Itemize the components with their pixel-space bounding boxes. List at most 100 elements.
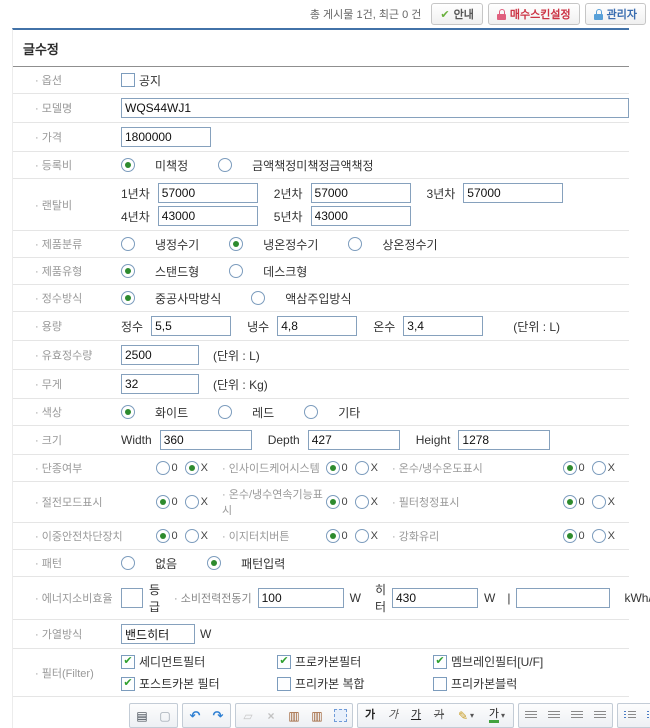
category-radio-coldhot[interactable] bbox=[229, 237, 243, 251]
regfee-radio-amount[interactable] bbox=[218, 158, 232, 172]
radio-o[interactable] bbox=[563, 529, 577, 543]
rental-year2-label: 2년차 bbox=[274, 185, 303, 202]
ox-field-powersave: · 절전모드표시 0X bbox=[35, 494, 222, 510]
notice-button[interactable]: ✔ 안내 bbox=[431, 3, 482, 25]
heating-input[interactable] bbox=[121, 624, 195, 644]
italic-icon[interactable]: 가 bbox=[382, 705, 404, 726]
ordered-list-icon[interactable] bbox=[619, 705, 641, 726]
rental-year1-input[interactable] bbox=[158, 183, 258, 203]
cut-icon[interactable]: × bbox=[260, 705, 282, 726]
size-depth-input[interactable] bbox=[308, 430, 400, 450]
price-input[interactable] bbox=[121, 127, 211, 147]
energy-extra-input[interactable] bbox=[516, 588, 610, 608]
filter-checkbox-precarbon-combo[interactable] bbox=[277, 677, 291, 691]
capacity-cold-input[interactable] bbox=[277, 316, 357, 336]
lock-icon bbox=[594, 9, 603, 20]
regfee-radio-unset[interactable] bbox=[121, 158, 135, 172]
undo-icon[interactable]: ↶ bbox=[184, 705, 206, 726]
category-option-label: 냉정수기 bbox=[155, 236, 199, 253]
radio-o[interactable] bbox=[326, 529, 340, 543]
pattern-label: · 패턴 bbox=[35, 555, 121, 571]
row-capacity: · 용량 정수 냉수 온수 (단위 : L) bbox=[13, 312, 629, 341]
bold-icon[interactable]: 가 bbox=[359, 705, 381, 726]
filter-checkbox-postcarbon[interactable] bbox=[121, 677, 135, 691]
method-radio-inject[interactable] bbox=[251, 291, 265, 305]
underline-icon[interactable]: 가 bbox=[405, 705, 427, 726]
energy-grade-input[interactable] bbox=[121, 588, 143, 608]
energy-label: · 에너지소비효율 bbox=[35, 590, 121, 606]
capacity-purified-input[interactable] bbox=[151, 316, 231, 336]
radio-x[interactable] bbox=[185, 461, 199, 475]
color-radio-etc[interactable] bbox=[304, 405, 318, 419]
radio-o[interactable] bbox=[156, 461, 170, 475]
new-document-icon[interactable]: ▢ bbox=[154, 705, 176, 726]
rental-year3-input[interactable] bbox=[463, 183, 563, 203]
color-radio-red[interactable] bbox=[218, 405, 232, 419]
filter-checkbox-membrane[interactable] bbox=[433, 655, 447, 669]
pattern-radio-none[interactable] bbox=[121, 556, 135, 570]
filter-item-label: 프리카본블럭 bbox=[451, 675, 517, 692]
align-justify-icon[interactable] bbox=[589, 705, 611, 726]
rental-year4-input[interactable] bbox=[158, 206, 258, 226]
strikethrough-icon[interactable]: 가 bbox=[428, 705, 450, 726]
skin-settings-button[interactable]: 매수스킨설정 bbox=[488, 3, 580, 25]
size-width-input[interactable] bbox=[160, 430, 252, 450]
radio-x[interactable] bbox=[185, 495, 199, 509]
category-radio-cold[interactable] bbox=[121, 237, 135, 251]
unordered-list-icon[interactable] bbox=[642, 705, 650, 726]
filter-item-label: 포스트카본 필터 bbox=[139, 675, 220, 692]
type-radio-desk[interactable] bbox=[229, 264, 243, 278]
select-all-icon[interactable] bbox=[329, 705, 351, 726]
redo-icon[interactable]: ↷ bbox=[207, 705, 229, 726]
align-right-icon[interactable] bbox=[566, 705, 588, 726]
notice-checkbox[interactable] bbox=[121, 73, 135, 87]
radio-x[interactable] bbox=[355, 529, 369, 543]
align-center-icon[interactable] bbox=[543, 705, 565, 726]
motor-power-unit: W bbox=[350, 591, 361, 605]
method-radio-hollow[interactable] bbox=[121, 291, 135, 305]
paste-icon[interactable]: ▥ bbox=[283, 705, 305, 726]
align-left-icon[interactable] bbox=[520, 705, 542, 726]
model-input[interactable] bbox=[121, 98, 629, 118]
radio-o[interactable] bbox=[326, 461, 340, 475]
motor-power-input[interactable] bbox=[258, 588, 344, 608]
radio-o[interactable] bbox=[563, 461, 577, 475]
radio-x[interactable] bbox=[355, 461, 369, 475]
paste-html-icon[interactable]: ▥ bbox=[306, 705, 328, 726]
pattern-radio-input[interactable] bbox=[207, 556, 221, 570]
category-radio-room[interactable] bbox=[348, 237, 362, 251]
weight-unit: (단위 : Kg) bbox=[213, 376, 268, 393]
radio-x[interactable] bbox=[185, 529, 199, 543]
radio-o[interactable] bbox=[156, 495, 170, 509]
radio-x[interactable] bbox=[592, 495, 606, 509]
radio-x[interactable] bbox=[592, 461, 606, 475]
size-height-input[interactable] bbox=[458, 430, 550, 450]
filter-checkbox-precarbon-block[interactable] bbox=[433, 677, 447, 691]
radio-o[interactable] bbox=[563, 495, 577, 509]
radio-o[interactable] bbox=[326, 495, 340, 509]
rental-year2-input[interactable] bbox=[311, 183, 411, 203]
highlight-color-icon[interactable]: 가 bbox=[482, 705, 512, 726]
type-radio-stand[interactable] bbox=[121, 264, 135, 278]
filter-checkbox-sediment[interactable] bbox=[121, 655, 135, 669]
color-radio-white[interactable] bbox=[121, 405, 135, 419]
size-label: · 크기 bbox=[35, 432, 121, 448]
font-color-icon[interactable]: ✎ bbox=[451, 705, 481, 726]
filter-checkbox-procarbon[interactable] bbox=[277, 655, 291, 669]
rental-year1-label: 1년차 bbox=[121, 185, 150, 202]
weight-input[interactable] bbox=[121, 374, 199, 394]
ox-field-discontinued: · 단종여부 0X bbox=[35, 460, 222, 476]
copy-icon[interactable]: ▱ bbox=[237, 705, 259, 726]
radio-x[interactable] bbox=[592, 529, 606, 543]
radio-o[interactable] bbox=[156, 529, 170, 543]
effective-capacity-input[interactable] bbox=[121, 345, 199, 365]
admin-button[interactable]: 관리자 bbox=[585, 3, 646, 25]
print-icon[interactable]: ▤ bbox=[131, 705, 153, 726]
rental-year5-input[interactable] bbox=[311, 206, 411, 226]
row-option: · 옵션 공지 bbox=[13, 67, 629, 94]
regfee-option-label: 금액책정미책정금액책정 bbox=[252, 157, 373, 174]
option-label: · 옵션 bbox=[35, 72, 121, 88]
radio-x[interactable] bbox=[355, 495, 369, 509]
capacity-hot-input[interactable] bbox=[403, 316, 483, 336]
heater-power-input[interactable] bbox=[392, 588, 478, 608]
